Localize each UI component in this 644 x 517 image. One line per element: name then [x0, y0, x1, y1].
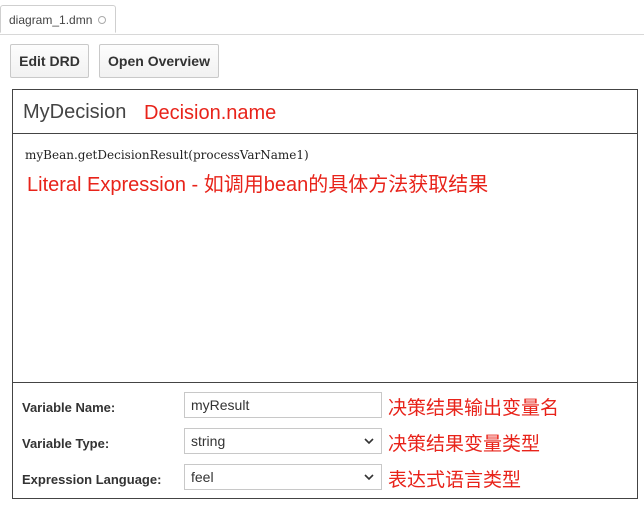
variable-type-select[interactable]: string [184, 428, 382, 454]
decision-name-annotation: Decision.name [144, 102, 277, 124]
expression-language-label: Expression Language: [22, 472, 162, 487]
literal-expression-annotation: Literal Expression - 如调用bean的具体方法获取结果 [27, 174, 489, 196]
decision-name[interactable]: MyDecision [23, 101, 126, 124]
variable-type-annotation: 决策结果变量类型 [388, 434, 541, 455]
chevron-down-icon [364, 474, 374, 481]
expression-language-select[interactable]: feel [184, 464, 382, 490]
decision-panel: MyDecision Decision.name myBean.getDecis… [12, 89, 638, 499]
circle-icon[interactable] [98, 16, 106, 24]
tab-label: diagram_1.dmn [9, 13, 93, 27]
chevron-down-icon [364, 438, 374, 445]
tab-diagram[interactable]: diagram_1.dmn [0, 5, 116, 33]
variable-type-value: string [191, 433, 226, 449]
expression-language-value: feel [191, 469, 214, 485]
open-overview-button[interactable]: Open Overview [99, 44, 219, 78]
variable-type-label: Variable Type: [22, 436, 110, 451]
variable-name-input[interactable] [184, 392, 382, 418]
properties-section: Variable Name: 决策结果输出变量名 Variable Type: … [13, 383, 637, 498]
variable-name-label: Variable Name: [22, 400, 116, 415]
variable-name-annotation: 决策结果输出变量名 [388, 398, 560, 419]
tab-bar: diagram_1.dmn [0, 0, 644, 35]
literal-expression-editor[interactable]: myBean.getDecisionResult(processVarName1… [13, 134, 637, 383]
literal-expression-text[interactable]: myBean.getDecisionResult(processVarName1… [25, 148, 309, 162]
edit-drd-button[interactable]: Edit DRD [10, 44, 89, 78]
decision-header: MyDecision Decision.name [13, 90, 637, 134]
expression-language-annotation: 表达式语言类型 [388, 470, 522, 491]
